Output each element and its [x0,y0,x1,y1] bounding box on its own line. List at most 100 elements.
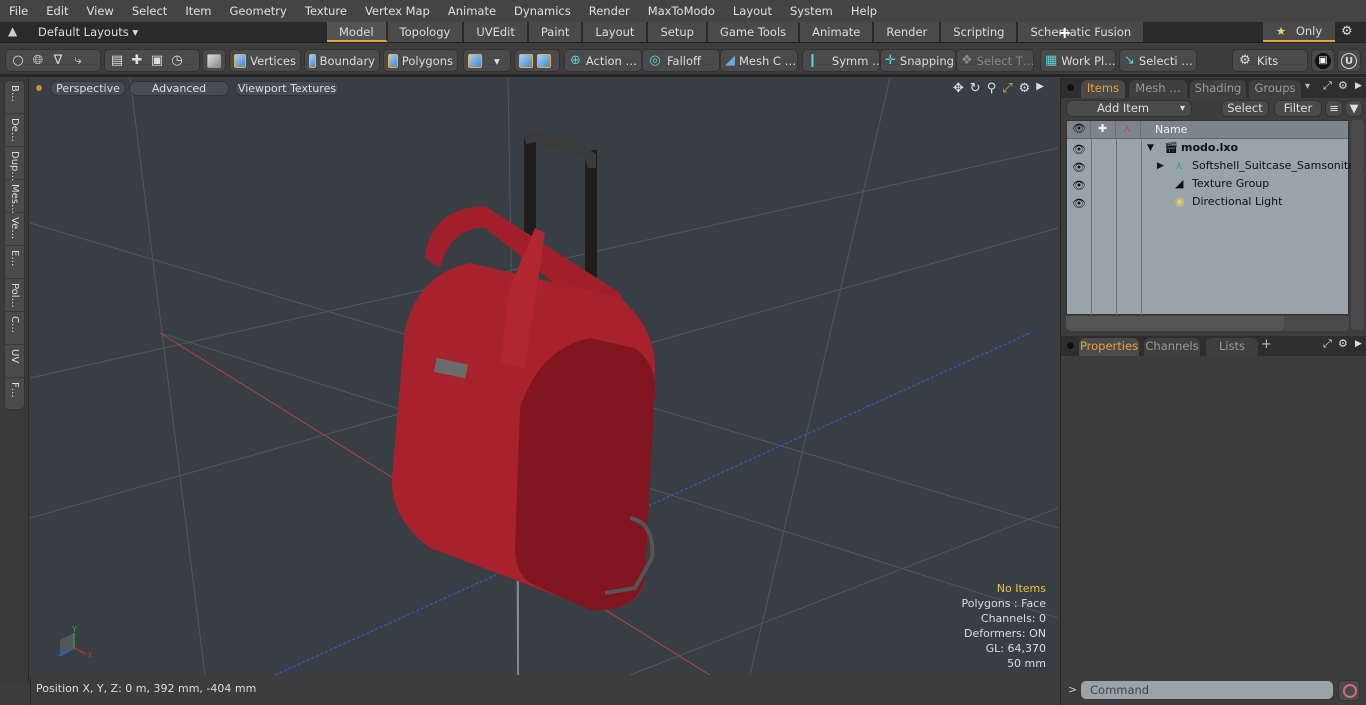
tab-setup[interactable]: Setup [648,22,708,42]
funnel-icon[interactable]: ▼ [1345,100,1363,117]
tool-tab-duplicate[interactable]: Dup… [5,147,24,181]
menu-layout[interactable]: Layout [724,4,781,18]
name-column-header[interactable]: Name [1155,123,1187,136]
command-input[interactable]: Command [1081,681,1333,699]
rotate-view-icon[interactable]: ↻ [970,81,981,96]
tool-tab-polygon[interactable]: Pol… [5,279,24,312]
only-toggle[interactable]: ★ Only [1263,22,1335,42]
suitcase-model[interactable] [391,132,655,611]
collapse-icon[interactable]: ▲ [8,24,17,38]
material-mode-button[interactable]: ▾ [463,49,511,72]
panel-dot-icon[interactable] [1067,342,1074,349]
tab-uvedit[interactable]: UVEdit [464,22,529,42]
tab-topology[interactable]: Topology [387,22,465,42]
panel-gear-icon[interactable]: ⚙ [1338,79,1348,92]
default-layouts-dropdown[interactable]: Default Layouts ▾ [38,25,138,39]
pivot-icon[interactable] [537,53,551,68]
menu-dynamics[interactable]: Dynamics [505,4,580,18]
tool-tab-basic[interactable]: B… [5,81,24,114]
menu-file[interactable]: File [0,4,37,18]
menu-vertex-map[interactable]: Vertex Map [356,4,439,18]
unity-button[interactable]: ▣ [1311,49,1335,72]
chevron-down-icon[interactable]: ▾ [494,54,500,68]
panel-expand-icon[interactable]: ▶ [1355,339,1362,349]
menu-view[interactable]: View [78,4,123,18]
clock-dial-icon[interactable]: ◷ [169,53,185,69]
menu-item[interactable]: Item [176,4,220,18]
selection-sets-button[interactable]: ↘ Selecti … [1119,49,1197,72]
scroll-thumb[interactable] [1066,316,1284,331]
tab-schematic-fusion[interactable]: Schematic Fusion [1018,22,1146,42]
tree-row-texture-group[interactable]: 👁︎ ◢ Texture Group [1067,175,1348,193]
center-icon[interactable] [519,53,533,68]
vertices-button[interactable]: Vertices [229,49,301,72]
tabs-dropdown-icon[interactable]: ▾ [1305,81,1310,92]
select-button[interactable]: Select [1221,100,1269,117]
list-options-icon[interactable]: ≡ [1325,100,1343,117]
add-tab-button[interactable]: + [1058,23,1071,42]
tab-layout[interactable]: Layout [583,22,649,42]
panel-gear-icon[interactable]: ⚙ [1338,337,1348,350]
record-macro-button[interactable] [1338,680,1360,701]
tree-row-directional-light[interactable]: 👁︎ ◉ Directional Light [1067,193,1348,211]
viewport-gear-icon[interactable]: ⚙ [1019,81,1031,96]
tab-game-tools[interactable]: Game Tools [707,22,801,42]
square-target-icon[interactable]: ▣ [149,53,165,69]
visibility-eye-icon[interactable]: 👁︎ [1072,195,1086,213]
add-panel-tab-button[interactable]: + [1261,337,1272,352]
tool-tab-edge[interactable]: E… [5,246,24,279]
viewport-textures-button[interactable]: Viewport Textures [235,81,339,96]
tab-render[interactable]: Render [874,22,942,42]
item-mode-button[interactable] [202,49,226,72]
tab-animate[interactable]: Animate [800,22,875,42]
menu-render[interactable]: Render [580,4,639,18]
snapping-button[interactable]: ✛ Snapping [880,49,956,72]
menu-texture[interactable]: Texture [296,4,356,18]
perspective-button[interactable]: Perspective [50,81,126,96]
add-item-button[interactable]: Add Item ▾ [1066,100,1192,117]
symmetry-button[interactable]: ❙ Symm … [802,49,880,72]
vertical-scrollbar[interactable] [1351,120,1364,330]
tool-tab-deform[interactable]: De… [5,114,24,147]
boundary-button[interactable]: Boundary [304,49,380,72]
tab-shading[interactable]: Shading [1190,80,1246,98]
move-view-icon[interactable]: ✥ [953,81,964,96]
pen-icon[interactable]: ∇ [50,53,66,69]
globe-icon[interactable]: 🌐︎ [30,53,46,69]
tree-row-suitcase-mesh[interactable]: 👁︎ ▶ ⋏ Softshell_Suitcase_Samsonite… [1067,157,1366,175]
tree-row-modo-lxo[interactable]: 👁︎ ▼ 🎬︎ modo.lxo [1067,139,1348,157]
tab-groups[interactable]: Groups [1249,80,1301,98]
tab-items[interactable]: Items [1081,80,1125,98]
zoom-view-icon[interactable]: ⚲ [987,81,997,96]
menu-help[interactable]: Help [842,4,886,18]
tab-lists[interactable]: Lists [1206,338,1258,356]
kits-button[interactable]: ⚙ Kits [1232,49,1308,72]
gear-icon[interactable]: ⚙ [1341,24,1353,39]
mesh-constraint-button[interactable]: ◢ Mesh C … [720,49,798,72]
tab-paint[interactable]: Paint [528,22,584,42]
action-center-button[interactable]: ⊕ Action … [564,49,642,72]
viewport-status-dot[interactable] [36,85,42,91]
maximize-view-icon[interactable]: ⤢ [1002,81,1012,96]
menu-animate[interactable]: Animate [439,4,505,18]
polygons-button[interactable]: Polygons [383,49,458,72]
viewport-expand-icon[interactable]: ▶ [1036,81,1044,96]
tab-properties[interactable]: Properties [1079,338,1139,356]
menu-maxtomodo[interactable]: MaxToModo [639,4,724,18]
tool-tab-uv[interactable]: UV [5,345,24,378]
panel-dot-icon[interactable] [1067,84,1074,91]
advanced-button[interactable]: Advanced [129,81,229,96]
tab-scripting[interactable]: Scripting [941,22,1019,42]
uv-cross-icon[interactable]: ✚ [129,53,145,69]
unreal-button[interactable]: U [1337,49,1361,72]
workplane-button[interactable]: ▦ Work Pl… [1040,49,1116,72]
tool-tab-mesh-edit[interactable]: Mes… [5,180,24,214]
lasso-icon[interactable]: ⤷ [70,53,86,69]
circle-select-icon[interactable]: ○ [10,53,26,69]
align-icon[interactable]: ▤ [109,53,125,69]
falloff-button[interactable]: ◎ Falloff [642,49,720,72]
add-item-dropdown-icon[interactable]: ▾ [1180,101,1185,116]
tool-tab-vertex[interactable]: Ve… [5,213,24,246]
menu-system[interactable]: System [781,4,842,18]
tab-channels[interactable]: Channels [1144,338,1200,356]
